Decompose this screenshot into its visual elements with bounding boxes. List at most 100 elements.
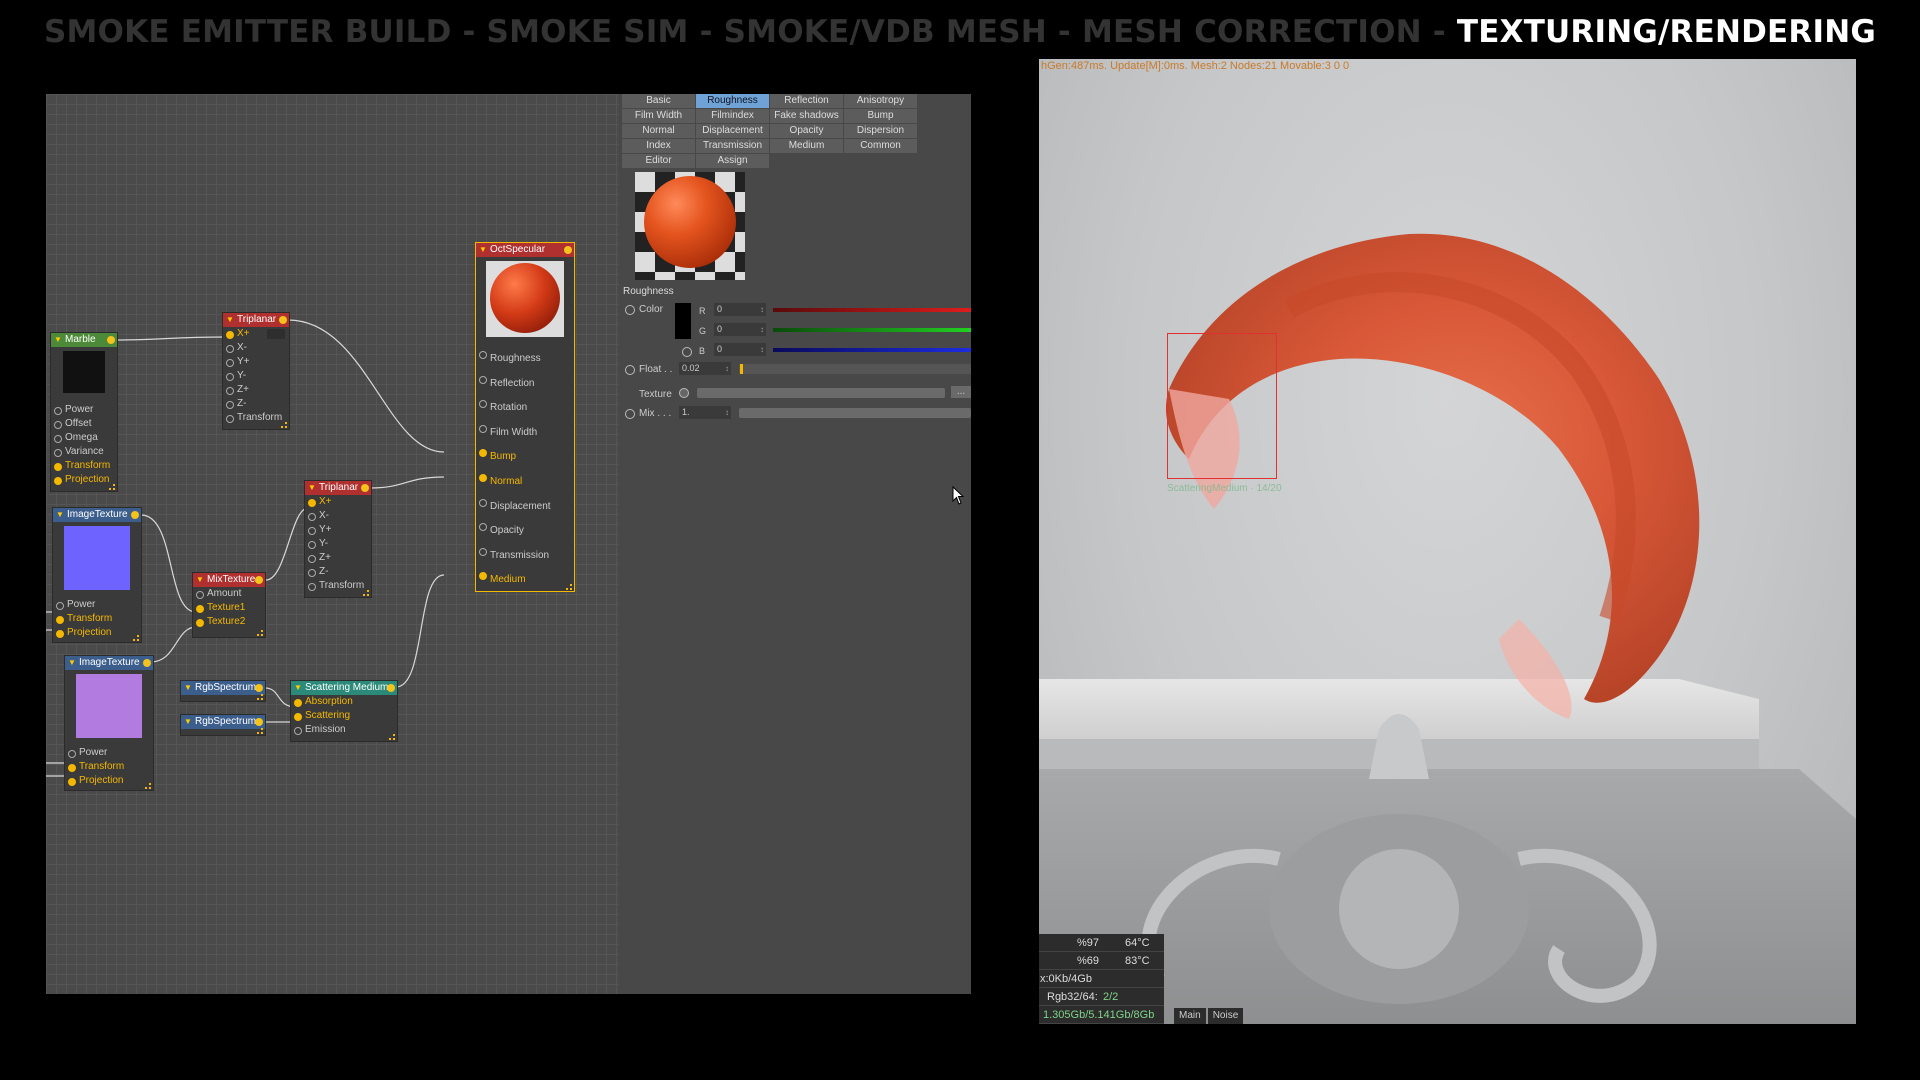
triplanar-node-header[interactable]: ▼ Triplanar — [305, 481, 371, 495]
output-port[interactable] — [387, 684, 395, 692]
pin-scattering[interactable]: Scattering — [291, 709, 397, 723]
resize-handle[interactable] — [281, 422, 287, 428]
resize-handle[interactable] — [566, 584, 572, 590]
pin-y-minus[interactable]: Y- — [223, 369, 289, 383]
pin-y-plus[interactable]: Y+ — [305, 523, 371, 537]
output-port[interactable] — [564, 246, 572, 254]
resize-handle[interactable] — [133, 635, 139, 641]
r-value-field[interactable]: 0 — [714, 303, 766, 316]
output-port[interactable] — [107, 336, 115, 344]
resize-handle[interactable] — [389, 734, 395, 740]
color-swatch[interactable] — [675, 303, 691, 339]
oct-specular-node-header[interactable]: ▼ OctSpecular — [476, 243, 574, 257]
resize-handle[interactable] — [257, 694, 263, 700]
collapse-arrow-icon[interactable]: ▼ — [196, 573, 204, 587]
output-port[interactable] — [143, 659, 151, 667]
tab-index[interactable]: Index — [622, 139, 695, 153]
float-slider[interactable] — [739, 364, 971, 374]
scattering-medium-node[interactable]: ▼ Scattering Medium Absorption Scattering… — [290, 680, 398, 742]
pin-y-minus[interactable]: Y- — [305, 537, 371, 551]
pin-power[interactable]: Power — [65, 746, 153, 760]
rgb-spectrum-node-header[interactable]: ▼ RgbSpectrum — [181, 715, 265, 729]
collapse-arrow-icon[interactable]: ▼ — [226, 313, 234, 327]
tab-film-width[interactable]: Film Width — [622, 109, 695, 123]
tab-dispersion[interactable]: Dispersion — [844, 124, 917, 138]
texture-slot[interactable] — [697, 388, 945, 398]
collapse-arrow-icon[interactable]: ▼ — [54, 333, 62, 347]
resize-handle[interactable] — [257, 630, 263, 636]
image-texture-node-header[interactable]: ▼ ImageTexture — [53, 508, 141, 522]
pin-film-width[interactable]: Film Width — [476, 421, 574, 446]
tab-noise[interactable]: Noise — [1207, 1008, 1244, 1024]
selection-box[interactable] — [1167, 333, 1277, 479]
live-viewer[interactable]: hGen:487ms. Update[M]:0ms. Mesh:2 Nodes:… — [1039, 59, 1856, 1024]
tab-assign[interactable]: Assign — [696, 154, 769, 168]
pin-x-minus[interactable]: X- — [223, 341, 289, 355]
resize-handle[interactable] — [257, 728, 263, 734]
pin-normal[interactable]: Normal — [476, 470, 574, 495]
tab-bump[interactable]: Bump — [844, 109, 917, 123]
pin-amount[interactable]: Amount — [193, 587, 265, 601]
pin-emission[interactable]: Emission — [291, 723, 397, 737]
pin-power[interactable]: Power — [53, 598, 141, 612]
node-editor[interactable]: ▼ Marble Power Offset Omega Variance Tran… — [46, 94, 619, 994]
mix-slider[interactable] — [739, 408, 971, 418]
g-value-field[interactable]: 0 — [714, 323, 766, 336]
triplanar-node-1[interactable]: ▼ Triplanar X+ X- Y+ Y- Z+ Z- Transform — [222, 312, 290, 430]
b-value-field[interactable]: 0 — [714, 343, 766, 356]
pin-medium[interactable]: Medium — [476, 568, 574, 593]
pin-transmission[interactable]: Transmission — [476, 544, 574, 569]
b-slider[interactable] — [773, 348, 971, 352]
tab-medium[interactable]: Medium — [770, 139, 843, 153]
color-animate-radio[interactable] — [625, 305, 635, 315]
float-animate-radio[interactable] — [625, 365, 635, 375]
tab-editor[interactable]: Editor — [622, 154, 695, 168]
tab-fake-shadows[interactable]: Fake shadows — [770, 109, 843, 123]
pin-displacement[interactable]: Displacement — [476, 495, 574, 520]
collapse-arrow-icon[interactable]: ▼ — [56, 508, 64, 522]
pin-transform[interactable]: Transform — [65, 760, 153, 774]
resize-handle[interactable] — [109, 484, 115, 490]
pin-projection[interactable]: Projection — [51, 473, 117, 487]
tab-anisotropy[interactable]: Anisotropy — [844, 94, 917, 108]
output-port[interactable] — [255, 684, 263, 692]
image-texture-node-1[interactable]: ▼ ImageTexture Power Transform Projection — [52, 507, 142, 643]
tab-transmission[interactable]: Transmission — [696, 139, 769, 153]
pin-offset[interactable]: Offset — [51, 417, 117, 431]
pin-opacity[interactable]: Opacity — [476, 519, 574, 544]
tab-roughness[interactable]: Roughness — [696, 94, 769, 108]
pin-projection[interactable]: Projection — [53, 626, 141, 640]
pin-projection[interactable]: Projection — [65, 774, 153, 788]
float-value-field[interactable]: 0.02 — [679, 362, 731, 375]
tab-filmindex[interactable]: Filmindex — [696, 109, 769, 123]
pin-transform[interactable]: Transform — [223, 411, 289, 425]
tab-reflection[interactable]: Reflection — [770, 94, 843, 108]
mix-texture-node-header[interactable]: ▼ MixTexture — [193, 573, 265, 587]
resize-handle[interactable] — [363, 590, 369, 596]
pin-x-minus[interactable]: X- — [305, 509, 371, 523]
triplanar-node-2[interactable]: ▼ Triplanar X+ X- Y+ Y- Z+ Z- Transform — [304, 480, 372, 598]
marble-node[interactable]: ▼ Marble Power Offset Omega Variance Tran… — [50, 332, 118, 492]
g-slider[interactable] — [773, 328, 971, 332]
image-texture-node-header[interactable]: ▼ ImageTexture — [65, 656, 153, 670]
oct-specular-node[interactable]: ▼ OctSpecular Roughness Reflection Rotati… — [475, 242, 575, 592]
output-port[interactable] — [279, 316, 287, 324]
collapse-arrow-icon[interactable]: ▼ — [184, 715, 192, 729]
pin-power[interactable]: Power — [51, 403, 117, 417]
tab-main[interactable]: Main — [1174, 1008, 1206, 1024]
rgb-spectrum-node-1[interactable]: ▼ RgbSpectrum — [180, 680, 266, 702]
marble-node-header[interactable]: ▼ Marble — [51, 333, 117, 347]
tab-common[interactable]: Common — [844, 139, 917, 153]
tab-displacement[interactable]: Displacement — [696, 124, 769, 138]
pin-reflection[interactable]: Reflection — [476, 372, 574, 397]
pin-transform[interactable]: Transform — [305, 579, 371, 593]
texture-toggle[interactable] — [679, 388, 689, 398]
pin-bump[interactable]: Bump — [476, 445, 574, 470]
pin-absorption[interactable]: Absorption — [291, 695, 397, 709]
pin-texture2[interactable]: Texture2 — [193, 615, 265, 629]
pin-x-plus[interactable]: X+ — [305, 495, 371, 509]
float-slider-handle[interactable] — [740, 364, 743, 374]
mix-texture-node[interactable]: ▼ MixTexture Amount Texture1 Texture2 — [192, 572, 266, 638]
rgb-spectrum-node-2[interactable]: ▼ RgbSpectrum — [180, 714, 266, 736]
collapse-arrow-icon[interactable]: ▼ — [184, 681, 192, 695]
